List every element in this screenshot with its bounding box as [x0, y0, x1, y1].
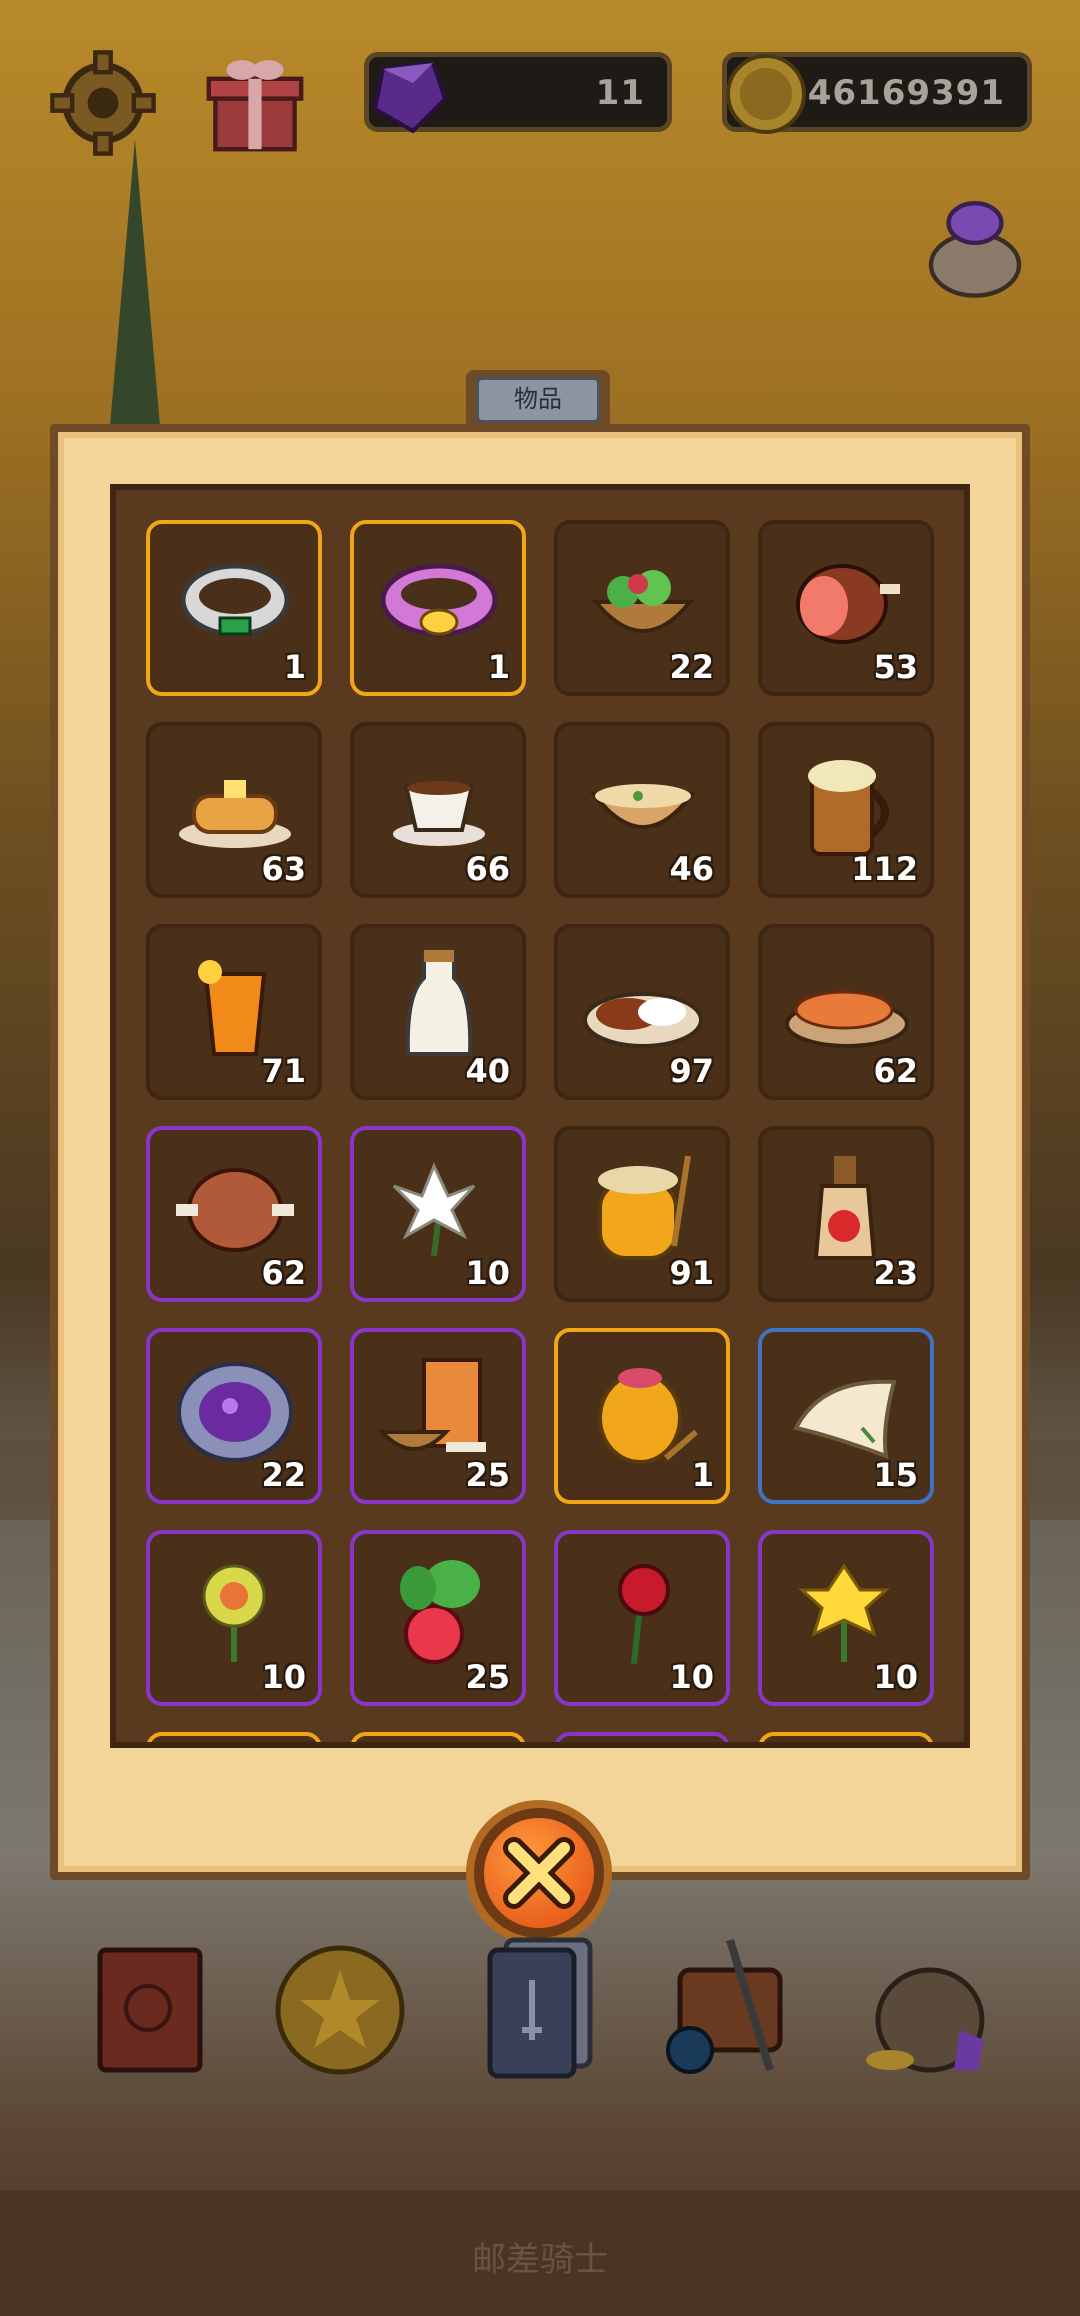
pancakes-icon: [179, 780, 291, 848]
inventory-slot[interactable]: 46: [554, 722, 730, 898]
radish-icon: [400, 1560, 480, 1664]
salad-bowl-icon: [591, 570, 695, 633]
inventory-slot[interactable]: 66: [350, 722, 526, 898]
item-count: 22: [261, 1456, 306, 1494]
inventory-slot[interactable]: 91: [554, 1126, 730, 1302]
game-title: 邮差骑士: [472, 2240, 608, 2280]
item-count: 71: [261, 1052, 306, 1090]
inventory-tab-label: 物品: [476, 377, 600, 423]
star-coin-icon[interactable]: [270, 1920, 410, 2090]
inventory-slot[interactable]: 40: [350, 924, 526, 1100]
inventory-slot[interactable]: 1: [146, 520, 322, 696]
honey-jar-icon: [598, 1155, 691, 1260]
lily-flower-icon: [392, 1162, 476, 1257]
gold-coin-icon: [726, 54, 806, 134]
ham-icon: [796, 564, 900, 644]
inventory-slot[interactable]: 1: [350, 520, 526, 696]
daffodil-icon: [798, 1563, 890, 1662]
inventory-slot-partial[interactable]: [146, 1732, 322, 1742]
yellow-flower-icon: [202, 1564, 266, 1662]
inventory-slot[interactable]: 10: [146, 1530, 322, 1706]
inventory-slot-partial[interactable]: [350, 1732, 526, 1742]
soup-bowl-icon: [590, 784, 696, 829]
settings-gear-icon[interactable]: [48, 48, 158, 158]
item-count: 10: [669, 1658, 714, 1696]
item-count: 10: [261, 1658, 306, 1696]
parchment-icon: [793, 1379, 897, 1460]
item-count: 1: [487, 648, 510, 686]
item-count: 10: [465, 1254, 510, 1292]
coin-count: 46169391: [807, 73, 1005, 113]
flour-sack-icon: [377, 1358, 486, 1452]
inventory-slot[interactable]: 22: [554, 520, 730, 696]
curry-rice-icon: [583, 992, 703, 1048]
item-count: 112: [851, 850, 918, 888]
purple-gem-icon: [372, 60, 448, 134]
inventory-slot[interactable]: 63: [146, 722, 322, 898]
inventory-tab: 物品: [466, 370, 610, 430]
item-count: 62: [261, 1254, 306, 1292]
treasure-bag-icon[interactable]: [860, 1920, 1000, 2090]
item-count: 66: [465, 850, 510, 888]
roast-meat-icon: [176, 1168, 294, 1252]
pink-bracelet-icon: [380, 563, 498, 637]
inventory-slot[interactable]: 53: [758, 520, 934, 696]
amethyst-geode-icon: [177, 1362, 293, 1462]
inventory-grid[interactable]: 1 1 22 53 63 66 46 112 71 40 97 62 62 10 91 23 22 25 1 15 10…: [110, 484, 970, 1748]
inventory-slot[interactable]: 62: [146, 1126, 322, 1302]
item-count: 15: [873, 1456, 918, 1494]
inventory-slot[interactable]: 112: [758, 722, 934, 898]
card-deck-icon[interactable]: [470, 1920, 610, 2090]
item-count: 25: [465, 1456, 510, 1494]
ale-mug-icon: [808, 760, 889, 856]
item-count: 62: [873, 1052, 918, 1090]
close-icon: [503, 1837, 575, 1909]
item-count: 23: [873, 1254, 918, 1292]
item-count: 10: [873, 1658, 918, 1696]
inventory-slot[interactable]: 23: [758, 1126, 934, 1302]
inventory-slot[interactable]: 25: [350, 1328, 526, 1504]
item-count: 22: [669, 648, 714, 686]
item-count: 1: [691, 1456, 714, 1494]
inventory-slot[interactable]: 71: [146, 924, 322, 1100]
golden-honey-pot-icon: [598, 1368, 698, 1464]
apple-wine-icon: [813, 1156, 877, 1260]
inventory-slot[interactable]: 10: [350, 1126, 526, 1302]
item-count: 1: [283, 648, 306, 686]
emerald-ring-icon: [180, 563, 290, 637]
item-count: 97: [669, 1052, 714, 1090]
gem-count: 11: [595, 73, 645, 113]
gift-box-icon[interactable]: [200, 48, 310, 158]
coin-counter[interactable]: 46169391: [722, 52, 1032, 134]
close-button-face: [484, 1818, 594, 1928]
inventory-slot[interactable]: 10: [758, 1530, 934, 1706]
coffee-cup-icon: [393, 781, 485, 846]
orange-juice-icon: [198, 960, 267, 1056]
journal-book-icon[interactable]: [80, 1920, 220, 2090]
inventory-slot-partial[interactable]: [758, 1732, 934, 1742]
item-count: 40: [465, 1052, 510, 1090]
milk-bottle-icon: [405, 950, 473, 1056]
inventory-slot[interactable]: 22: [146, 1328, 322, 1504]
inventory-slot[interactable]: 1: [554, 1328, 730, 1504]
item-count: 91: [669, 1254, 714, 1292]
satchel-gear-icon[interactable]: [660, 1920, 800, 2090]
gem-counter[interactable]: 11: [364, 52, 672, 134]
inventory-slot[interactable]: 97: [554, 924, 730, 1100]
inventory-slot[interactable]: 10: [554, 1530, 730, 1706]
item-count: 63: [261, 850, 306, 888]
inventory-slot[interactable]: 62: [758, 924, 934, 1100]
inventory-slot[interactable]: 25: [350, 1530, 526, 1706]
item-count: 46: [669, 850, 714, 888]
inventory-slot[interactable]: 15: [758, 1328, 934, 1504]
item-count: 53: [873, 648, 918, 686]
inventory-slot-partial[interactable]: [554, 1732, 730, 1742]
red-rose-icon: [618, 1564, 670, 1665]
grilled-fish-icon: [785, 990, 909, 1048]
loot-bag-icon[interactable]: [920, 190, 1030, 300]
item-count: 25: [465, 1658, 510, 1696]
